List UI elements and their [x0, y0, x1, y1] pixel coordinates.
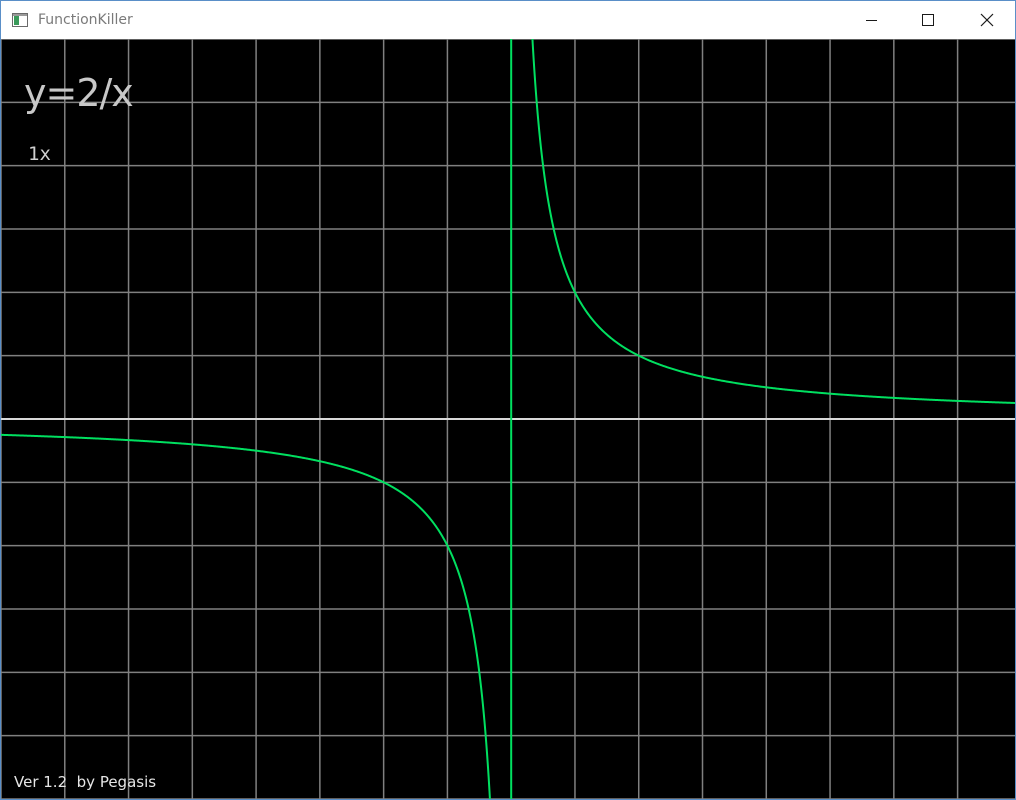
- title-bar[interactable]: FunctionKiller: [1, 1, 1015, 39]
- graph-canvas[interactable]: y=2/x 1x Ver 1.2 by Pegasis: [1, 39, 1015, 799]
- minimize-icon: [866, 20, 877, 21]
- close-icon: [980, 13, 994, 27]
- window-title: FunctionKiller: [38, 12, 133, 28]
- maximize-icon: [922, 14, 934, 26]
- app-window-icon: [12, 12, 28, 27]
- curve-branch-negative: [1, 433, 491, 799]
- app-window: FunctionKiller y=2/x 1x Ver 1.2 by Pegas…: [0, 0, 1016, 800]
- version-label: Ver 1.2 by Pegasis: [14, 773, 157, 791]
- maximize-button[interactable]: [901, 1, 959, 39]
- curve-branch-positive: [531, 39, 1015, 404]
- function-label: y=2/x: [24, 71, 134, 115]
- close-button[interactable]: [957, 1, 1015, 39]
- minimize-button[interactable]: [843, 1, 901, 39]
- zoom-scale-label: 1x: [28, 143, 51, 165]
- plot-svg: [1, 39, 1015, 799]
